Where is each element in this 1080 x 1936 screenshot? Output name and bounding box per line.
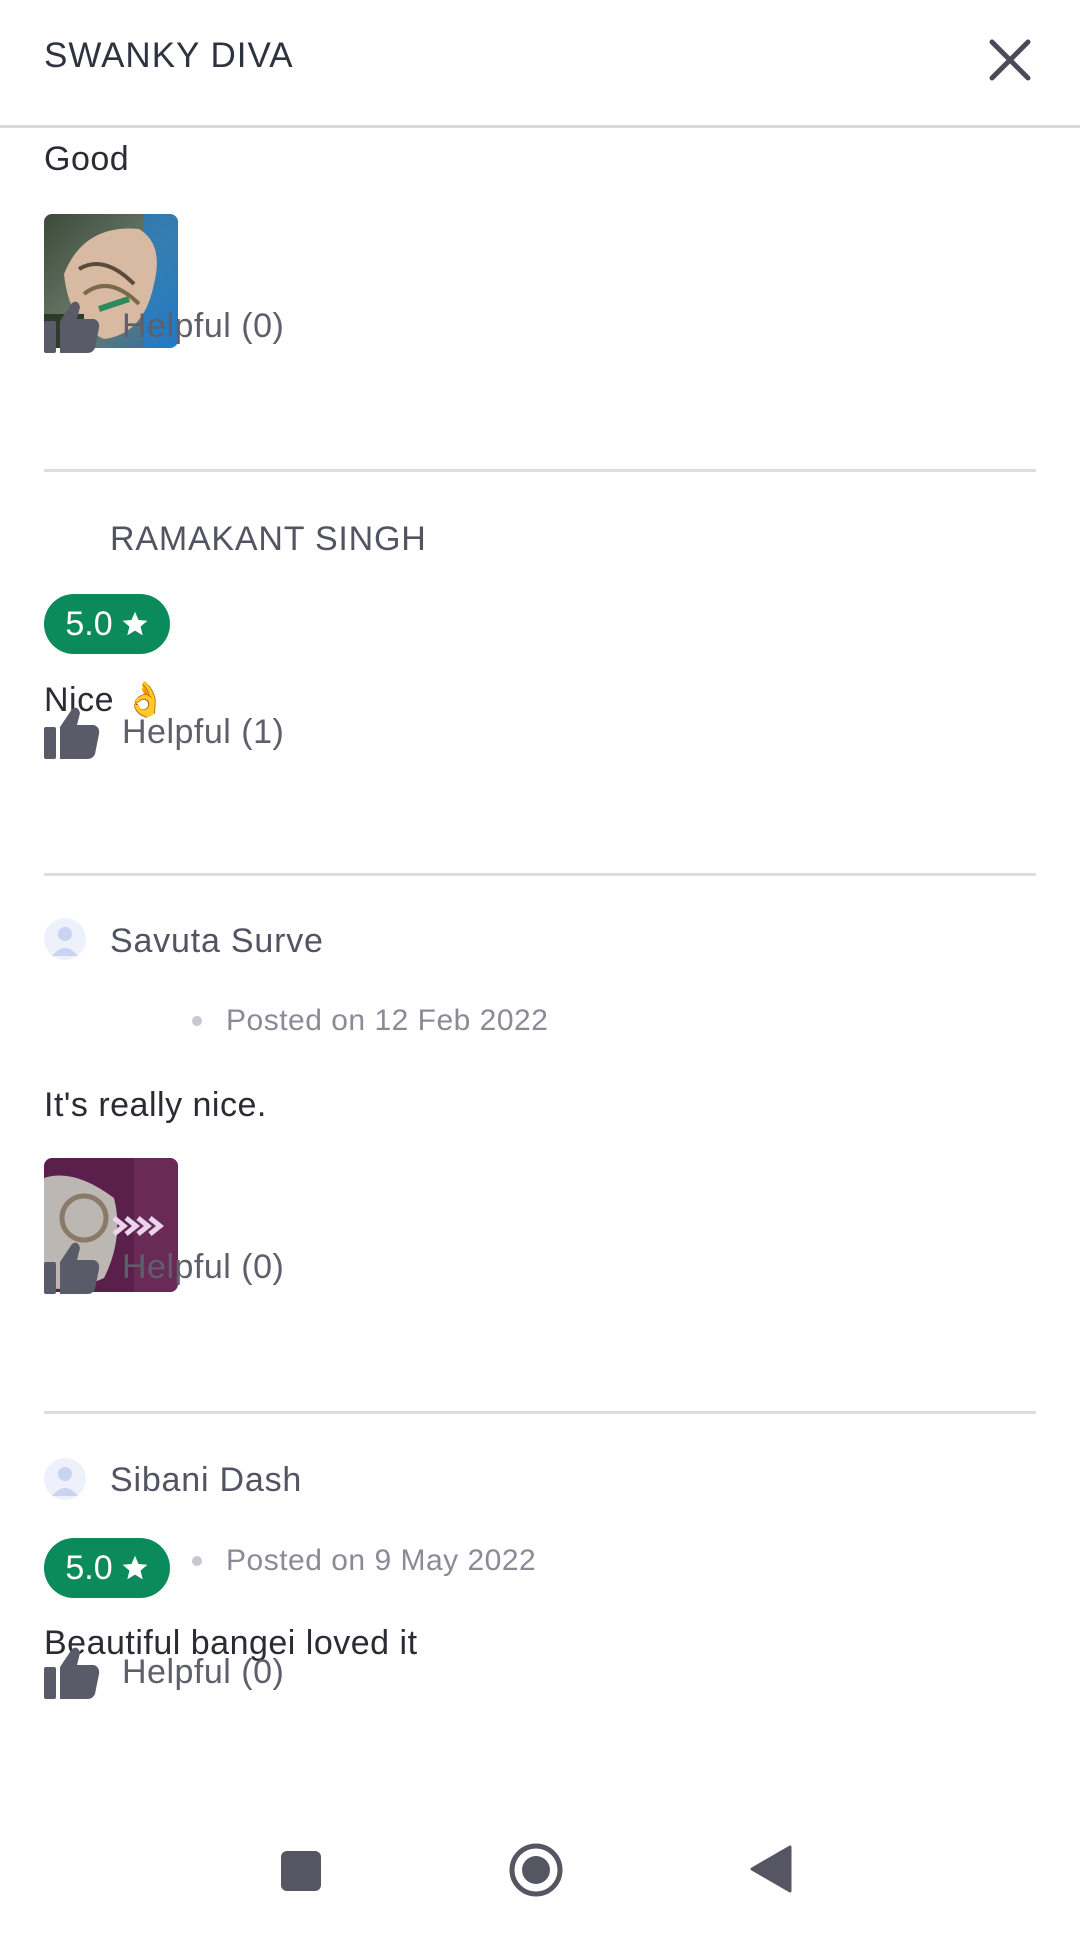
rating-badge: 5.0 bbox=[44, 594, 170, 654]
rating-value: 5.0 bbox=[65, 604, 113, 643]
thumbs-up-icon bbox=[44, 707, 100, 759]
helpful-label: Helpful (0) bbox=[122, 1652, 285, 1691]
thumbs-up-icon bbox=[44, 1647, 100, 1699]
review-divider bbox=[44, 1411, 1036, 1414]
posted-date: Posted on 9 May 2022 bbox=[192, 1544, 536, 1578]
star-icon bbox=[122, 611, 147, 636]
close-icon[interactable] bbox=[982, 32, 1038, 88]
system-navigation-bar bbox=[0, 1798, 1080, 1936]
posted-date-text: Posted on 12 Feb 2022 bbox=[226, 1004, 549, 1037]
reviewer-name: Savuta Surve bbox=[110, 922, 324, 960]
store-title: SWANKY DIVA bbox=[44, 36, 294, 75]
helpful-button[interactable]: Helpful (0) bbox=[44, 1239, 284, 1295]
review-divider bbox=[44, 873, 1036, 876]
star-icon bbox=[122, 1555, 147, 1580]
helpful-label: Helpful (0) bbox=[122, 306, 285, 345]
helpful-button[interactable]: Helpful (1) bbox=[44, 704, 284, 760]
helpful-label: Helpful (0) bbox=[122, 1247, 285, 1286]
thumbs-up-icon bbox=[44, 1242, 100, 1294]
helpful-button[interactable]: Helpful (0) bbox=[44, 298, 284, 354]
avatar bbox=[44, 1458, 86, 1500]
thumbs-up-icon bbox=[44, 301, 100, 353]
home-circle-icon[interactable] bbox=[508, 1842, 564, 1898]
review-text: It's really nice. bbox=[44, 1086, 267, 1124]
helpful-button[interactable]: Helpful (0) bbox=[44, 1644, 284, 1700]
rating-badge: 5.0 bbox=[44, 1538, 170, 1598]
square-icon[interactable] bbox=[280, 1850, 322, 1892]
posted-date-text: Posted on 9 May 2022 bbox=[226, 1544, 537, 1577]
review-text: Good bbox=[44, 140, 130, 178]
separator-dot bbox=[192, 1556, 202, 1566]
reviews-list[interactable]: Good Helpful (0) RAMAKANT SINGH 5.0 Nice… bbox=[0, 128, 1080, 1798]
helpful-label: Helpful (1) bbox=[122, 712, 285, 751]
reviewer-name: RAMAKANT SINGH bbox=[110, 520, 427, 558]
reviewer-name: Sibani Dash bbox=[110, 1461, 303, 1499]
back-triangle-icon[interactable] bbox=[748, 1844, 794, 1894]
avatar bbox=[44, 918, 86, 960]
rating-value: 5.0 bbox=[65, 1548, 113, 1587]
separator-dot bbox=[192, 1016, 202, 1026]
review-divider bbox=[44, 469, 1036, 472]
posted-date: Posted on 12 Feb 2022 bbox=[192, 1004, 548, 1038]
modal-header: SWANKY DIVA bbox=[0, 0, 1080, 128]
